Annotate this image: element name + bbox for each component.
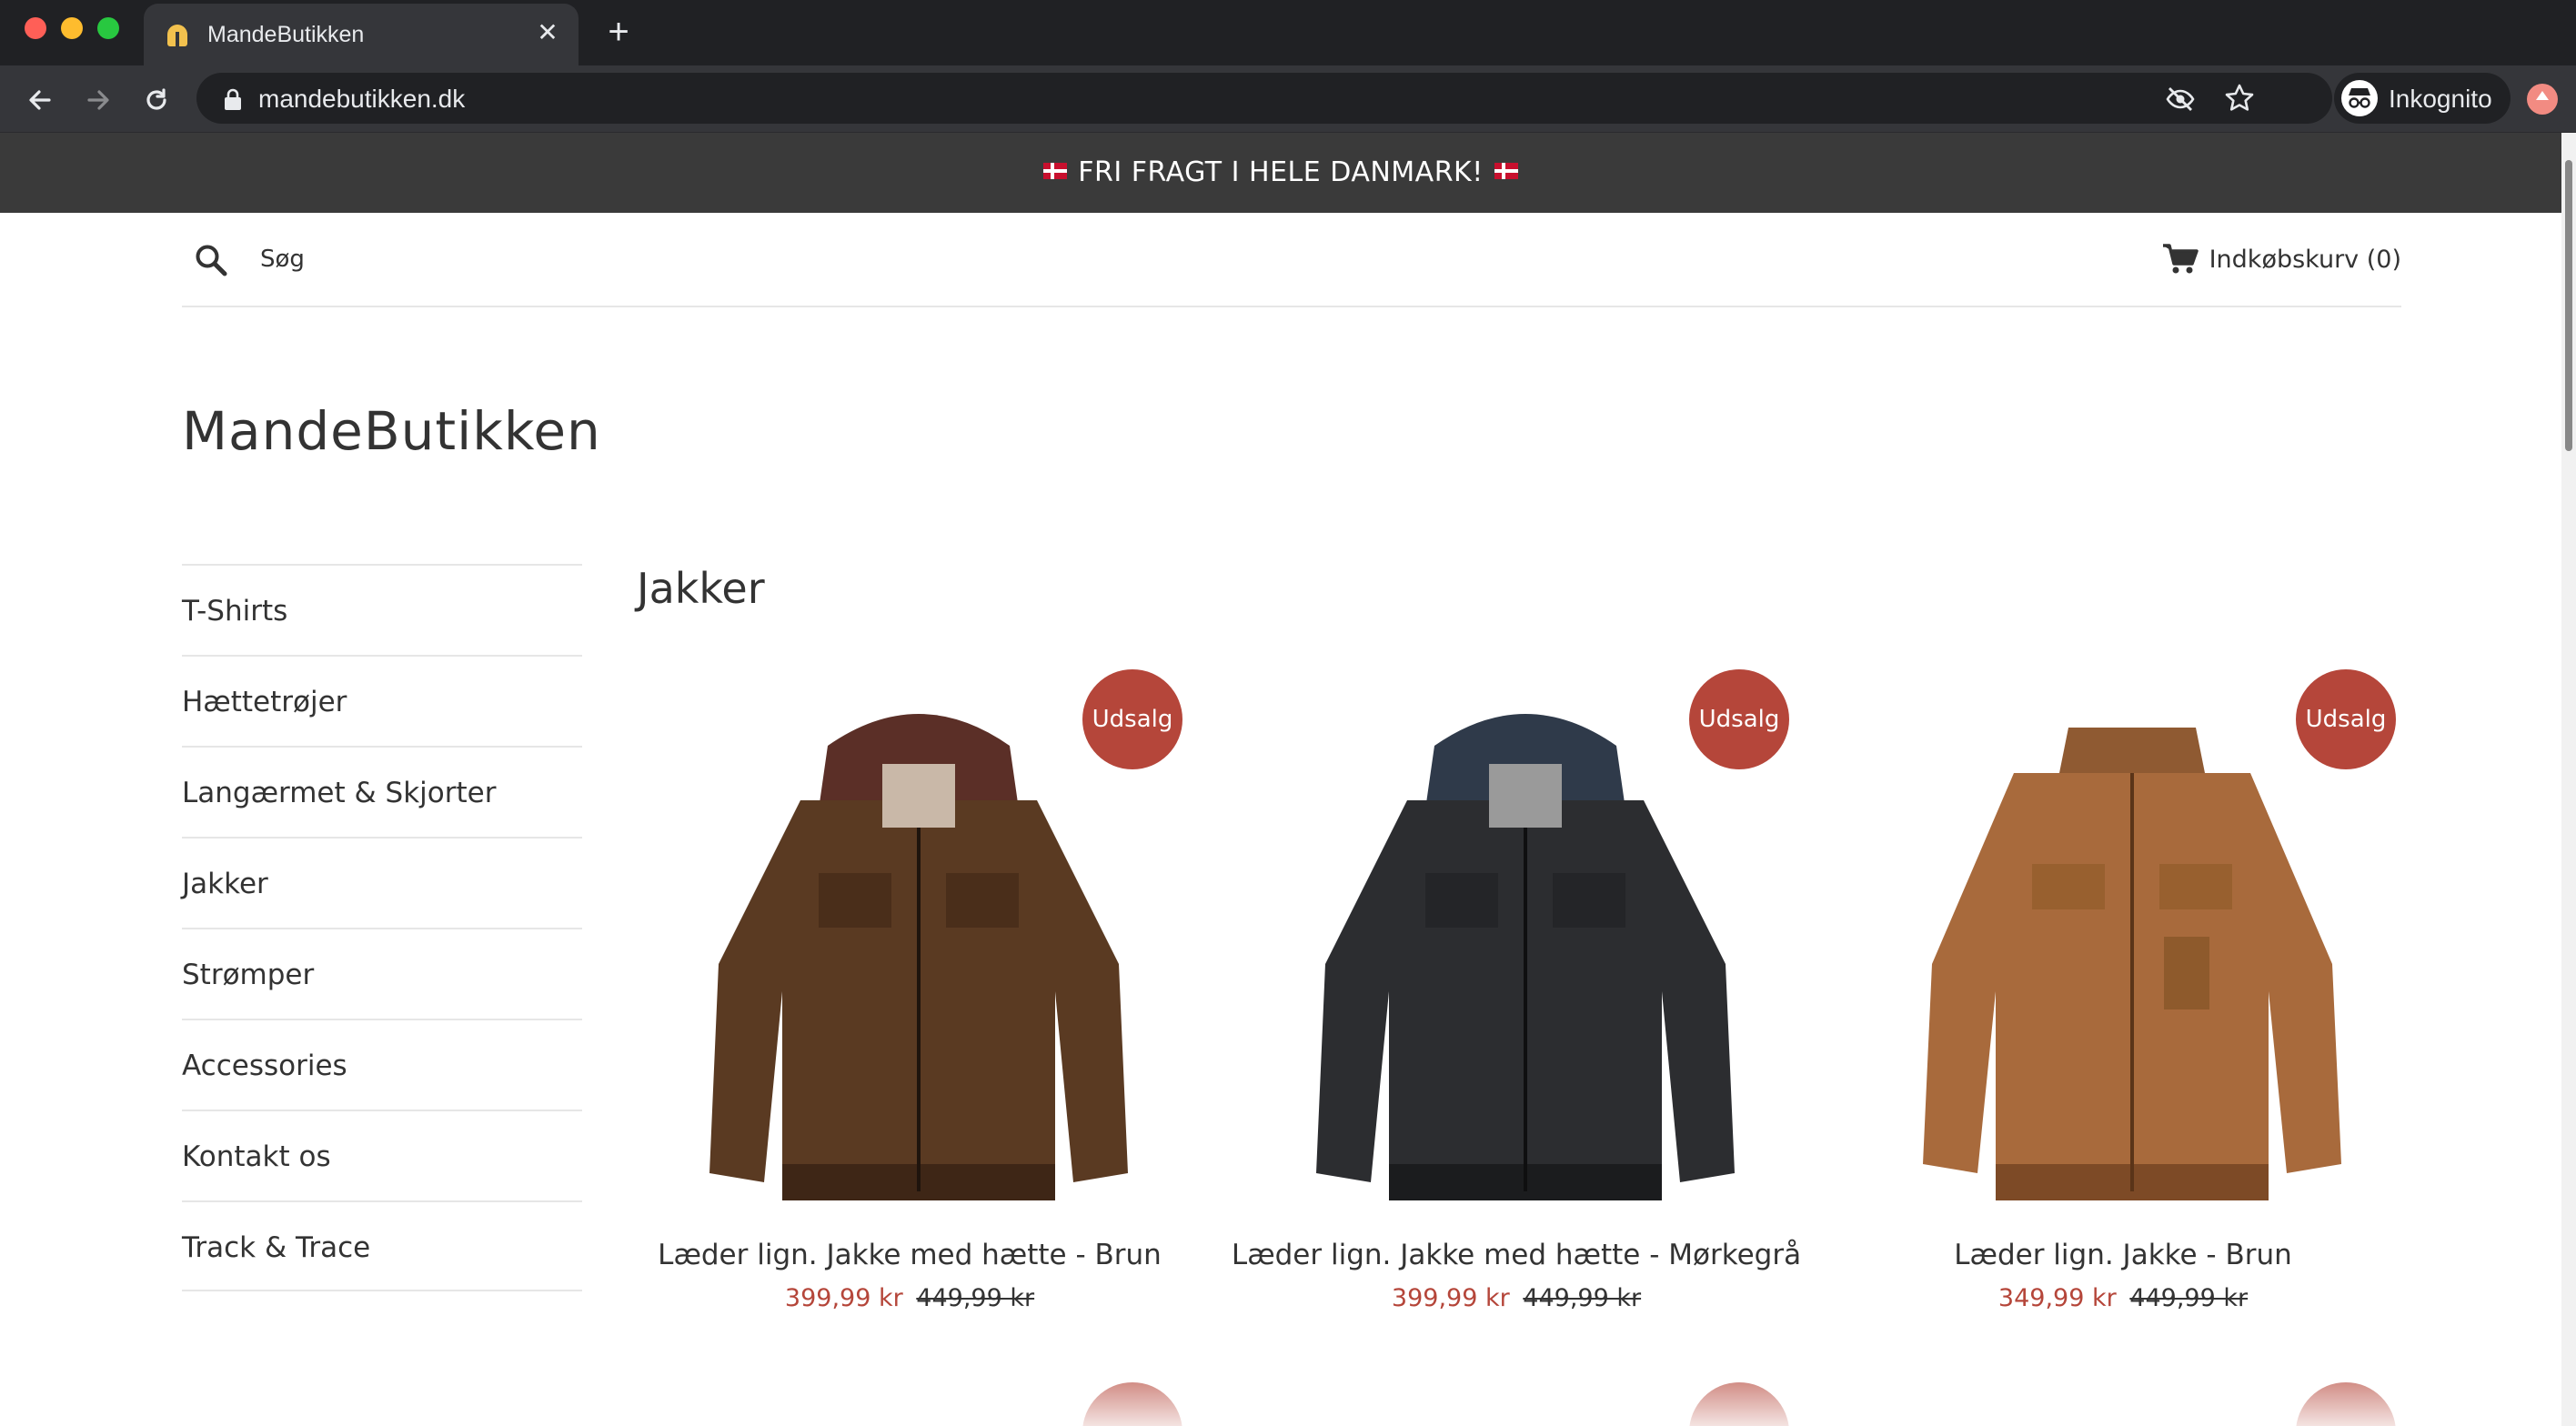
sidebar-item-label[interactable]: Hættetrøjer: [182, 686, 347, 718]
original-price: 449,99 kr: [1523, 1284, 1642, 1312]
search-icon[interactable]: [193, 242, 229, 278]
page-fold-shade: [182, 1346, 2561, 1426]
bookmark-star-icon[interactable]: [2223, 82, 2256, 115]
sidebar-nav: T-Shirts Hættetrøjer Langærmet & Skjorte…: [182, 564, 582, 1291]
sidebar-item-accessories[interactable]: Accessories: [182, 1019, 582, 1110]
product-name[interactable]: Læder lign. Jakke med hætte - Brun: [600, 1239, 1219, 1271]
sidebar-item-socks[interactable]: Strømper: [182, 928, 582, 1019]
product-card[interactable]: Udsalg Læder lign. Jakke - Brun 349,99 k…: [1850, 664, 2396, 1319]
eye-off-icon[interactable]: [2165, 84, 2196, 115]
store-favicon-icon: [167, 25, 187, 46]
browser-toolbar: mandebutikken.dk Inkognito: [0, 65, 2576, 133]
back-arrow-icon[interactable]: [22, 82, 58, 118]
announcement: FRI FRAGT I HELE DANMARK!: [0, 156, 2561, 188]
address-bar[interactable]: mandebutikken.dk: [196, 73, 2332, 124]
product-name[interactable]: Læder lign. Jakke med hætte - Mørkegrå: [1207, 1239, 1826, 1271]
product-price: 399,99 kr 449,99 kr: [637, 1284, 1182, 1312]
product-image-jacket[interactable]: [1298, 691, 1753, 1219]
product-card[interactable]: Udsalg Læder lign. Jakke med hætte - Mør…: [1232, 664, 1801, 1319]
sale-price: 399,99 kr: [784, 1284, 903, 1312]
danish-flag-icon: [1043, 163, 1068, 179]
browser-tab[interactable]: MandeButikken ✕: [144, 4, 579, 65]
sidebar-item-label[interactable]: Track & Trace: [182, 1231, 370, 1264]
window-minimize-button[interactable]: [61, 17, 83, 39]
window-close-button[interactable]: [25, 17, 46, 39]
announcement-bar: FRI FRAGT I HELE DANMARK!: [0, 133, 2561, 213]
cart-icon[interactable]: [2161, 242, 2199, 276]
sidebar-item-track-trace[interactable]: Track & Trace: [182, 1200, 582, 1291]
product-name[interactable]: Læder lign. Jakke - Brun: [1814, 1239, 2432, 1271]
site-header: Søg Indkøbskurv (0): [182, 213, 2401, 307]
sale-price: 399,99 kr: [1391, 1284, 1510, 1312]
product-price: 349,99 kr 449,99 kr: [1850, 1284, 2396, 1312]
incognito-icon: [2341, 80, 2378, 116]
jacket-illustration: [1316, 714, 1735, 1200]
incognito-profile-button[interactable]: Inkognito: [2334, 73, 2511, 124]
sidebar-item-hoodies[interactable]: Hættetrøjer: [182, 655, 582, 746]
announcement-text: FRI FRAGT I HELE DANMARK!: [1078, 156, 1484, 188]
product-image-jacket[interactable]: [1905, 691, 2360, 1219]
sale-badge: Udsalg: [1689, 669, 1789, 769]
sale-price: 349,99 kr: [1997, 1284, 2117, 1312]
url-text[interactable]: mandebutikken.dk: [258, 85, 465, 114]
sale-badge: Udsalg: [1082, 669, 1182, 769]
scrollbar-thumb[interactable]: [2565, 160, 2572, 451]
browser-tab-bar: MandeButikken ✕ +: [0, 0, 2576, 65]
sidebar-item-label[interactable]: T-Shirts: [182, 595, 287, 628]
window-maximize-button[interactable]: [97, 17, 119, 39]
reload-icon[interactable]: [138, 82, 175, 118]
sidebar-item-label[interactable]: Kontakt os: [182, 1140, 331, 1173]
collection-title: Jakker: [637, 564, 765, 613]
search-input[interactable]: Søg: [260, 246, 305, 273]
sidebar-item-label[interactable]: Strømper: [182, 959, 314, 991]
page-scrollbar[interactable]: [2561, 133, 2576, 1426]
sidebar-item-jackets[interactable]: Jakker: [182, 837, 582, 928]
new-tab-icon[interactable]: +: [600, 14, 637, 51]
danish-flag-icon: [1494, 163, 1518, 179]
sidebar-item-label[interactable]: Jakker: [182, 868, 268, 900]
cart-link[interactable]: Indkøbskurv (0): [2128, 240, 2401, 280]
sidebar-item-tshirts[interactable]: T-Shirts: [182, 564, 582, 655]
jacket-illustration: [1923, 728, 2341, 1200]
tab-title: MandeButikken: [207, 22, 365, 47]
product-card[interactable]: Udsalg Læder lign. Jakke med hætte - Bru…: [637, 664, 1182, 1319]
sale-badge: Udsalg: [2296, 669, 2396, 769]
store-logo[interactable]: MandeButikken: [182, 400, 601, 462]
product-image-jacket[interactable]: [691, 691, 1146, 1219]
cart-label[interactable]: Indkøbskurv (0): [2209, 246, 2401, 274]
forward-arrow-icon[interactable]: [80, 82, 116, 118]
tab-close-icon[interactable]: ✕: [533, 18, 562, 47]
product-price: 399,99 kr 449,99 kr: [1243, 1284, 1789, 1312]
original-price: 449,99 kr: [2129, 1284, 2249, 1312]
sidebar-item-label[interactable]: Langærmet & Skjorter: [182, 777, 496, 809]
original-price: 449,99 kr: [916, 1284, 1035, 1312]
sidebar-item-label[interactable]: Accessories: [182, 1049, 347, 1082]
update-icon[interactable]: [2527, 84, 2558, 115]
jacket-illustration: [709, 714, 1128, 1200]
sidebar-item-longsleeve-shirts[interactable]: Langærmet & Skjorter: [182, 746, 582, 837]
incognito-label: Inkognito: [2389, 85, 2492, 113]
sidebar-item-contact[interactable]: Kontakt os: [182, 1110, 582, 1200]
lock-icon[interactable]: [222, 87, 244, 111]
